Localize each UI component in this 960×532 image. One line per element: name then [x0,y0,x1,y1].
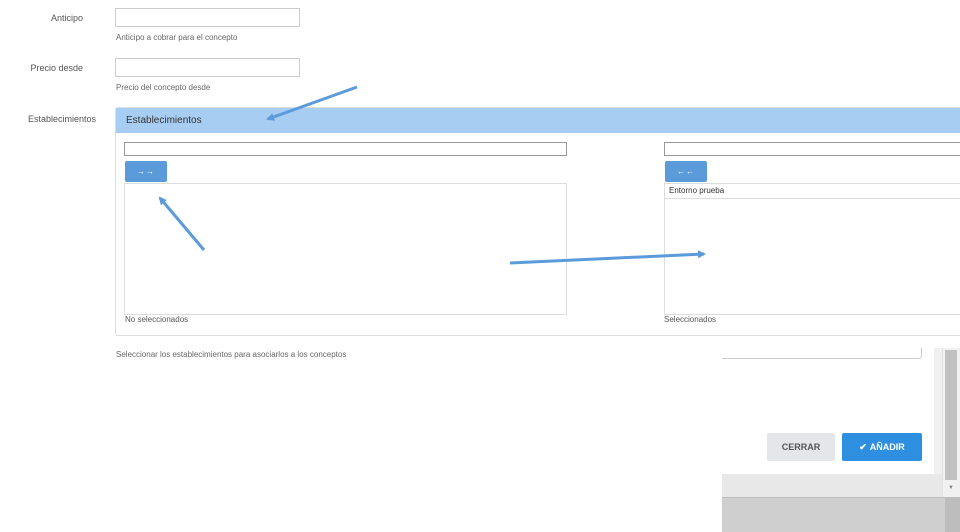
precio-desde-label: Precio desde [30,63,83,73]
scrollbar-thumb[interactable] [945,350,957,480]
double-arrow-right-icon: →→ [137,167,155,176]
cerrar-button[interactable]: CERRAR [767,433,835,461]
anticipo-help: Anticipo a cobrar para el concepto [116,33,238,42]
anadir-label: AÑADIR [869,442,905,452]
precio-desde-input[interactable] [115,58,300,77]
modal-input-edge [722,348,922,359]
right-filter-input[interactable] [664,142,960,156]
panel-title: Establecimientos [116,108,960,133]
double-arrow-left-icon: ←← [677,167,695,176]
precio-desde-help: Precio del concepto desde [116,83,211,92]
taskbar [722,497,960,532]
modal-edge [934,348,942,474]
list-item[interactable]: Entorno prueba [665,184,960,199]
anticipo-input[interactable] [115,8,300,27]
modal-bottom-edge [722,474,942,497]
anadir-button[interactable]: ✔ AÑADIR [842,433,922,461]
check-icon: ✔ [859,442,867,452]
move-all-left-button[interactable]: ←← [665,161,707,182]
move-all-right-button[interactable]: →→ [125,161,167,182]
taskbar-edge [945,497,960,532]
scroll-down-arrow-icon[interactable]: ▼ [945,485,957,495]
establecimientos-help: Seleccionar los establecimientos para as… [116,350,347,359]
anticipo-label: Anticipo [50,13,83,23]
right-list[interactable]: Entorno prueba [664,183,960,315]
establecimientos-label: Establecimientos [27,114,96,124]
right-list-caption: Seleccionados [664,315,717,324]
left-filter-input[interactable] [124,142,567,156]
left-list-caption: No seleccionados [125,315,189,324]
left-list[interactable] [124,183,567,315]
